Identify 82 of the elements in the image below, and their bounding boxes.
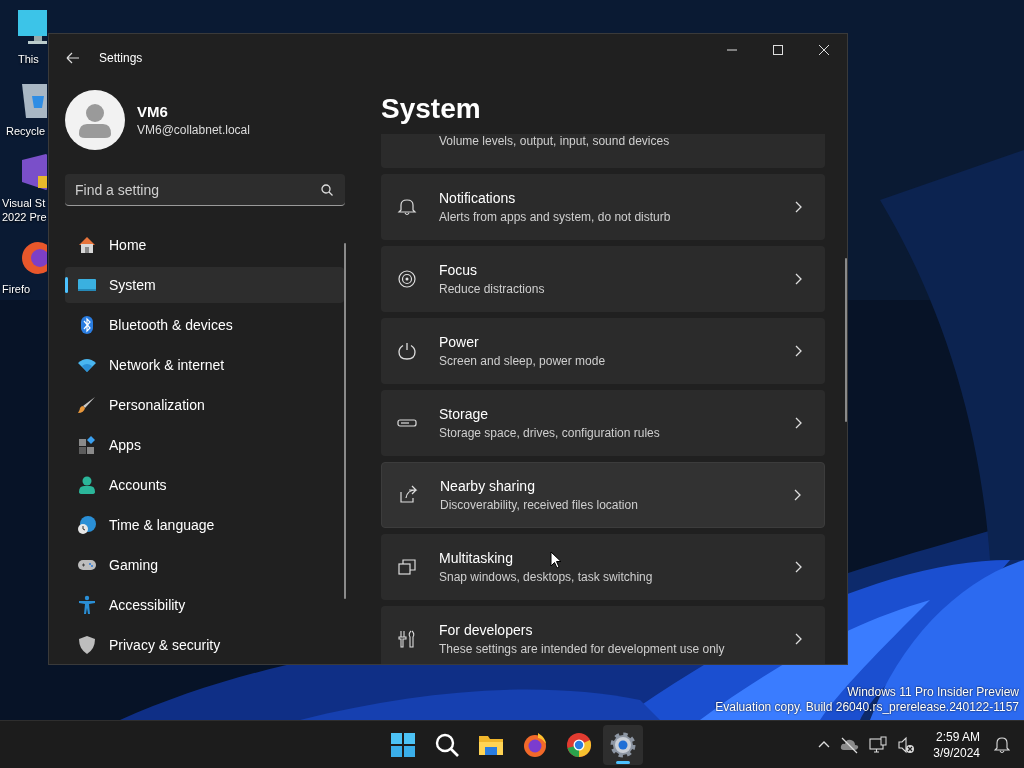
shield-icon bbox=[77, 635, 97, 655]
card-title: Power bbox=[439, 334, 479, 350]
person-icon bbox=[77, 475, 97, 495]
running-indicator bbox=[616, 760, 630, 764]
settings-card[interactable]: Multitasking Snap windows, desktops, task switching bbox=[381, 534, 826, 600]
card-description: Screen and sleep, power mode bbox=[439, 354, 606, 368]
chevron-icon bbox=[794, 273, 804, 285]
bell-icon bbox=[397, 197, 417, 217]
accessibility-icon bbox=[77, 595, 97, 615]
settings-card[interactable]: Power Screen and sleep, power mode bbox=[381, 318, 826, 384]
card-title: Focus bbox=[439, 262, 478, 278]
card-description: Snap windows, desktops, task switching bbox=[439, 570, 653, 584]
bell-icon[interactable] bbox=[994, 735, 1010, 754]
icon-label[interactable]: Recycle bbox=[2, 124, 46, 138]
card-title: For developers bbox=[439, 622, 533, 638]
scrollbar[interactable] bbox=[845, 258, 847, 422]
card-description: Alerts from apps and system, do not disturb bbox=[439, 210, 671, 224]
window-title: Settings bbox=[99, 51, 143, 65]
nav-item[interactable]: Time & language bbox=[65, 507, 344, 543]
back-icon[interactable] bbox=[66, 51, 80, 65]
icon-label[interactable]: Firefo bbox=[2, 282, 31, 296]
card-description: Storage space, drives, configuration rules bbox=[439, 426, 660, 440]
icon-label[interactable]: 2022 Pre bbox=[2, 210, 47, 224]
settings-card[interactable]: Storage Storage space, drives, configuration rules bbox=[381, 390, 826, 456]
maximize-icon[interactable] bbox=[772, 44, 784, 56]
scrollbar[interactable] bbox=[344, 243, 346, 599]
account-email: VM6@collabnet.local bbox=[137, 123, 250, 137]
globe-clock-icon bbox=[77, 515, 97, 535]
search-field[interactable]: Find a setting bbox=[65, 174, 345, 206]
card-title: Notifications bbox=[439, 190, 516, 206]
focus-icon bbox=[397, 269, 417, 289]
icon-label[interactable]: Visual St bbox=[2, 196, 46, 210]
nav-item[interactable]: Personalization bbox=[65, 387, 344, 423]
account-name: VM6 bbox=[137, 103, 169, 120]
speaker-muted-icon[interactable] bbox=[897, 735, 916, 754]
icon-label[interactable]: This bbox=[2, 52, 39, 66]
card-description: These settings are intended for development use only bbox=[439, 642, 725, 656]
card-title: Multitasking bbox=[439, 550, 513, 566]
chevron-icon bbox=[794, 417, 804, 429]
power-icon bbox=[397, 341, 417, 361]
page-title: System bbox=[381, 92, 482, 126]
nav-item[interactable]: Network & internet bbox=[65, 347, 344, 383]
chevron-icon bbox=[794, 561, 804, 573]
brush-icon bbox=[77, 395, 97, 415]
card-description: Reduce distractions bbox=[439, 282, 545, 296]
nav-item[interactable]: System bbox=[65, 267, 344, 303]
network-icon[interactable] bbox=[869, 736, 888, 753]
apps-icon bbox=[77, 435, 97, 455]
tools-icon bbox=[397, 629, 417, 649]
card-description: Volume levels, output, input, sound devices bbox=[439, 134, 670, 148]
chevron-icon bbox=[794, 345, 804, 357]
selection-indicator bbox=[65, 277, 68, 293]
card-title: Nearby sharing bbox=[440, 478, 535, 494]
house-icon bbox=[77, 235, 97, 255]
chevron-icon bbox=[794, 201, 804, 213]
settings-card[interactable]: Focus Reduce distractions bbox=[381, 246, 826, 312]
share-icon bbox=[398, 485, 418, 505]
watermark-text: Windows 11 Pro Insider Preview bbox=[846, 685, 1019, 700]
settings-card[interactable]: Nearby sharing Discoverability, received files location bbox=[381, 462, 826, 528]
nav-item[interactable]: Privacy & security bbox=[65, 627, 344, 663]
nav-item[interactable]: Gaming bbox=[65, 547, 344, 583]
settings-card[interactable]: For developers These settings are intended for development use only bbox=[381, 606, 826, 664]
nav-item[interactable]: Bluetooth & devices bbox=[65, 307, 344, 343]
cloud-off-icon[interactable] bbox=[840, 735, 860, 754]
avatar-icon bbox=[65, 90, 125, 150]
taskbar-button[interactable] bbox=[603, 724, 643, 765]
nav-item[interactable]: Home bbox=[65, 227, 344, 263]
pointer-icon bbox=[550, 551, 562, 569]
nav-item[interactable]: Accessibility bbox=[65, 587, 344, 623]
clock[interactable]: 2:59 AM 3/9/2024 bbox=[933, 728, 980, 761]
settings-card[interactable]: Volume levels, output, input, sound devices bbox=[381, 134, 826, 168]
nav-item[interactable]: Accounts bbox=[65, 467, 344, 503]
card-description: Discoverability, received files location bbox=[440, 498, 638, 512]
chevron-icon bbox=[794, 633, 804, 645]
close-icon[interactable] bbox=[818, 44, 830, 56]
windows-icon bbox=[397, 557, 417, 577]
nav-item[interactable]: Apps bbox=[65, 427, 344, 463]
settings-card[interactable]: Notifications Alerts from apps and system, do not disturb bbox=[381, 174, 826, 240]
chevron-up-icon[interactable] bbox=[818, 740, 831, 749]
search-icon bbox=[321, 184, 333, 196]
card-title: Storage bbox=[439, 406, 489, 422]
chevron-icon bbox=[793, 489, 803, 501]
